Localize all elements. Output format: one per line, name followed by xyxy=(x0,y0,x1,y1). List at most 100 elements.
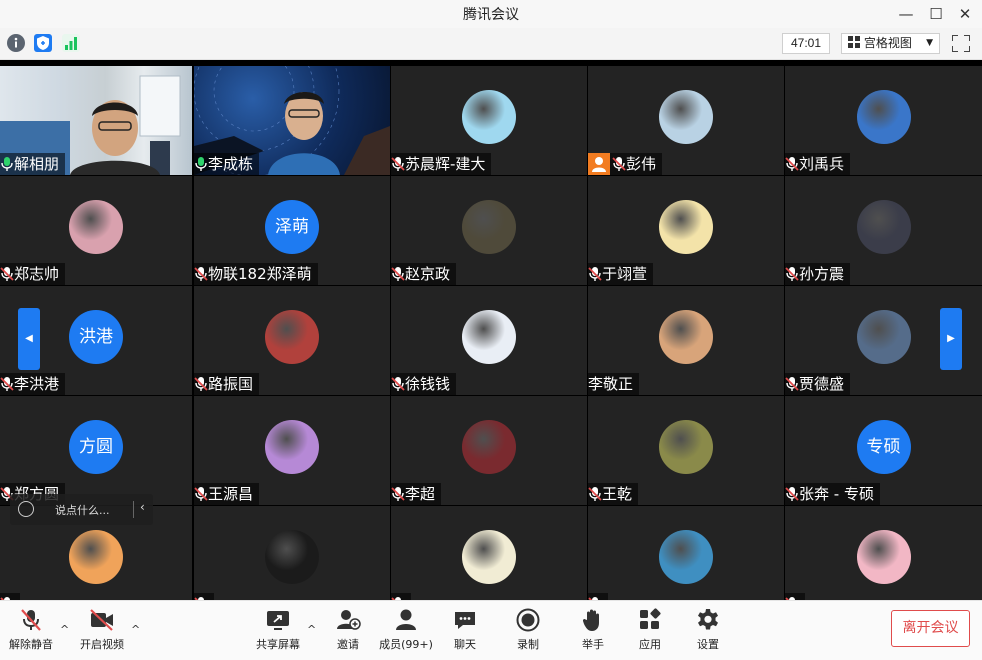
participant-tile[interactable] xyxy=(194,506,390,600)
start-video-label: 开启视频 xyxy=(80,638,124,651)
participant-tile[interactable]: 孙方震 xyxy=(785,176,982,285)
participant-name-tag: 李成栋 xyxy=(194,153,260,175)
participant-name: 李成栋 xyxy=(208,155,254,173)
participant-tile[interactable]: 泽萌 物联182郑泽萌 xyxy=(194,176,390,285)
avatar-initials: 专硕 xyxy=(856,419,911,474)
participant-name: 贾德盛 xyxy=(799,375,845,393)
members-button[interactable]: 成员(99+) xyxy=(378,607,434,657)
signal-icon[interactable] xyxy=(62,34,80,52)
maximize-button[interactable]: ☐ xyxy=(924,3,948,25)
participant-name-tag: 郑志帅 xyxy=(0,263,66,285)
participant-name-tag xyxy=(391,593,411,600)
participant-name-tag: 于翊萱 xyxy=(588,263,654,285)
mic-on-icon xyxy=(194,156,208,172)
fullscreen-icon[interactable] xyxy=(951,34,971,53)
hand-icon xyxy=(575,607,611,633)
chat-button[interactable]: 聊天 xyxy=(447,607,483,657)
leave-meeting-button[interactable]: 离开会议 xyxy=(891,610,970,647)
members-icon xyxy=(378,607,434,633)
close-button[interactable]: ✕ xyxy=(953,3,977,25)
mic-muted-icon xyxy=(785,266,799,282)
participant-tile[interactable]: 李敬正 xyxy=(588,286,784,395)
avatar xyxy=(856,199,911,254)
info-icon[interactable] xyxy=(7,34,25,52)
participant-tile[interactable] xyxy=(588,506,784,600)
participant-name-tag: 李敬正 xyxy=(588,373,640,395)
participant-name-tag: 赵京政 xyxy=(391,263,457,285)
avatar xyxy=(856,89,911,144)
participant-tile[interactable]: 苏晨辉-建大 xyxy=(391,66,587,175)
avatar xyxy=(856,309,911,364)
share-options-chevron-icon[interactable]: ^ xyxy=(307,623,316,636)
mic-muted-icon xyxy=(785,156,799,172)
participant-name: 孙方震 xyxy=(799,265,845,283)
raise-hand-label: 举手 xyxy=(582,638,604,651)
participant-tile[interactable]: 郑志帅 xyxy=(0,176,192,285)
participant-name: 于翊萱 xyxy=(602,265,648,283)
participant-tile[interactable] xyxy=(785,506,982,600)
participant-name: 李敬正 xyxy=(588,375,634,393)
raise-hand-button[interactable]: 举手 xyxy=(575,607,611,657)
participant-tile[interactable]: 李超 xyxy=(391,396,587,505)
mic-muted-icon xyxy=(194,486,208,502)
unmute-button[interactable]: 解除静音 xyxy=(6,607,56,657)
collapse-chat-icon[interactable]: ‹ xyxy=(140,500,145,514)
participant-name: 彭伟 xyxy=(626,155,657,173)
mic-muted-icon xyxy=(612,156,626,172)
avatar xyxy=(265,309,319,364)
video-options-chevron-icon[interactable]: ^ xyxy=(131,623,140,636)
participant-tile[interactable]: 解相朋 xyxy=(0,66,192,175)
participant-tile[interactable]: 于翊萱 xyxy=(588,176,784,285)
participant-name: 解相朋 xyxy=(14,155,60,173)
participant-name-tag: 李超 xyxy=(391,483,442,505)
chat-input-overlay[interactable]: 说点什么... ‹ xyxy=(10,494,153,525)
add-user-icon xyxy=(330,607,366,633)
meeting-toolbar: 解除静音 ^ 开启视频 ^ 共享屏幕 ^ 邀请 成员(99+) 聊天 录制 举手… xyxy=(0,600,982,660)
participant-tile[interactable]: 刘禹兵 xyxy=(785,66,982,175)
avatar-initials: 洪港 xyxy=(69,309,123,364)
record-icon xyxy=(510,607,546,633)
mic-muted-icon xyxy=(0,376,14,392)
participant-name: 徐钱钱 xyxy=(405,375,451,393)
avatar-initials: 方圆 xyxy=(69,419,123,474)
participant-tile[interactable]: 专硕 张奔 - 专硕 xyxy=(785,396,982,505)
mic-muted-icon xyxy=(194,266,208,282)
avatar xyxy=(462,199,516,254)
participant-name: 苏晨辉-建大 xyxy=(405,155,486,173)
minimize-button[interactable]: — xyxy=(894,3,918,25)
participant-name-tag: 彭伟 xyxy=(588,153,663,175)
participant-tile[interactable]: 李成栋 xyxy=(194,66,390,175)
participant-name: 王源昌 xyxy=(208,485,254,503)
shield-icon[interactable] xyxy=(34,34,52,52)
chat-placeholder[interactable]: 说点什么... xyxy=(55,502,110,518)
record-label: 录制 xyxy=(517,638,539,651)
next-page-arrow[interactable]: ▶ xyxy=(940,308,962,370)
participant-tile[interactable]: 路振国 xyxy=(194,286,390,395)
emoji-icon[interactable] xyxy=(18,501,34,517)
avatar xyxy=(659,309,713,364)
participant-tile[interactable]: 王乾 xyxy=(588,396,784,505)
participant-tile[interactable]: 赵京政 xyxy=(391,176,587,285)
start-video-button[interactable]: 开启视频 xyxy=(77,607,127,657)
participant-tile[interactable]: 方圆郑方圆 xyxy=(0,396,192,505)
invite-button[interactable]: 邀请 xyxy=(330,607,366,657)
participant-name-tag: 李洪港 xyxy=(0,373,66,395)
gallery-view-dropdown[interactable]: 宫格视图 ▼ xyxy=(841,33,940,54)
participant-tile[interactable]: 徐钱钱 xyxy=(391,286,587,395)
participant-tile[interactable] xyxy=(391,506,587,600)
mic-muted-icon xyxy=(391,156,405,172)
audio-options-chevron-icon[interactable]: ^ xyxy=(60,623,69,636)
participant-name-tag xyxy=(785,593,805,600)
avatar xyxy=(69,199,123,254)
share-screen-button[interactable]: 共享屏幕 xyxy=(252,607,304,657)
record-button[interactable]: 录制 xyxy=(510,607,546,657)
grid-icon xyxy=(848,36,860,48)
participant-tile[interactable]: 王源昌 xyxy=(194,396,390,505)
participant-tile[interactable]: 彭伟 xyxy=(588,66,784,175)
host-icon xyxy=(588,153,610,175)
previous-page-arrow[interactable]: ◀ xyxy=(18,308,40,370)
window-title: 腾讯会议 xyxy=(463,7,519,23)
settings-button[interactable]: 设置 xyxy=(690,607,726,657)
apps-button[interactable]: 应用 xyxy=(632,607,668,657)
participant-name: 路振国 xyxy=(208,375,254,393)
